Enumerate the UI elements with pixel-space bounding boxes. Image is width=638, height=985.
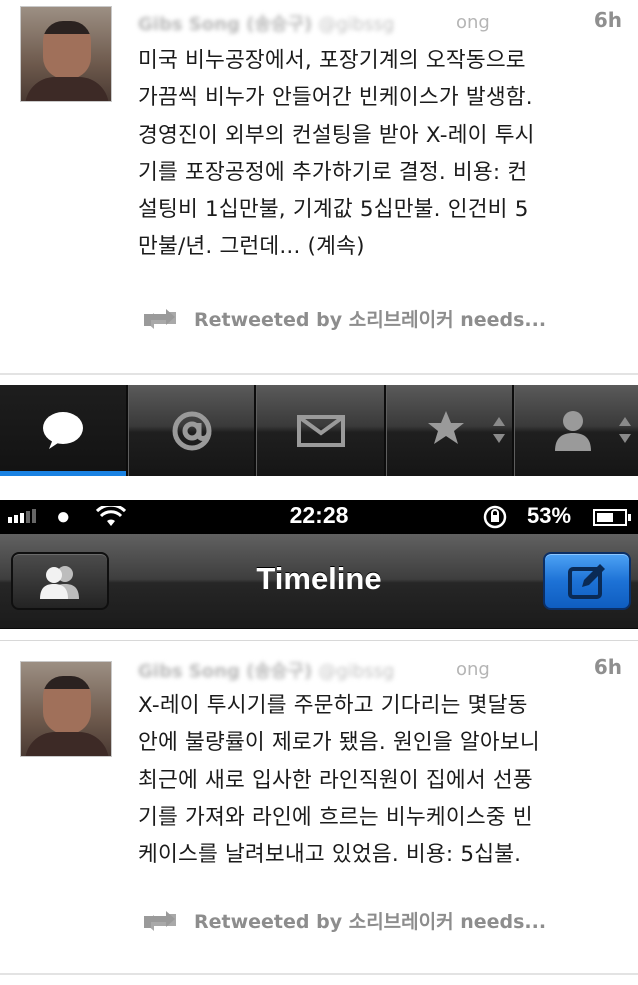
tweet[interactable]: Gibs Song (송승구) @gibssg ong 6h X-레이 투시기를 … [0,640,638,975]
author-name: Gibs Song (송승구) @gibssg [138,657,394,683]
sort-arrows-icon [493,417,505,443]
speech-bubble-icon [43,411,83,449]
at-sign-icon [172,411,211,450]
tab-timeline[interactable] [0,385,128,476]
author-handle-suffix: ong [456,659,490,680]
retweet-indicator: Retweeted by 소리브레이커 needs... [138,907,546,934]
star-icon [427,410,464,444]
avatar[interactable] [20,661,112,757]
author-handle: @gibssg [318,661,395,682]
retweet-label: Retweeted by 소리브레이커 needs... [194,911,547,933]
tab-profile[interactable] [514,385,638,476]
retweet-label: Retweeted by 소리브레이커 needs... [194,309,547,331]
navigation-bar: Timeline [0,534,638,629]
author-display-name: Gibs Song (송승구) [138,14,313,35]
tab-messages[interactable] [256,385,386,476]
tab-mentions[interactable] [128,385,256,476]
compose-button[interactable] [543,552,631,610]
tweet-text: 미국 비누공장에서, 포장기계의 오작동으로 가끔씩 비누가 안들어간 빈케이스… [138,48,535,260]
tab-bar [0,385,638,476]
compose-icon [568,564,605,599]
author-display-name: Gibs Song (송승구) [138,661,313,682]
retweet-icon [144,308,176,329]
tweet-time: 6h [593,8,622,32]
person-icon [554,410,591,451]
author-handle: @gibssg [318,14,395,35]
tab-favorites[interactable] [386,385,514,476]
retweet-indicator: Retweeted by 소리브레이커 needs... [138,305,546,332]
tweet[interactable]: Gibs Song (송승구) @gibssg ong 6h 미국 비누공장에서,… [0,0,638,375]
avatar[interactable] [20,6,112,102]
tweet-text: X-레이 투시기를 주문하고 기다리는 몇달동 안에 불량률이 제로가 됐음. … [138,693,540,868]
author-handle-suffix: ong [456,12,490,33]
tweet-time: 6h [593,655,622,679]
envelope-icon [296,414,345,447]
battery-icon [593,509,631,526]
author-name: Gibs Song (송승구) @gibssg [138,10,394,36]
status-bar: ● 22:28 53% [0,500,638,534]
battery-percent: 53% [527,503,572,528]
retweet-icon [144,910,176,931]
sort-arrows-icon [619,417,631,443]
rotation-lock-icon [483,505,507,529]
